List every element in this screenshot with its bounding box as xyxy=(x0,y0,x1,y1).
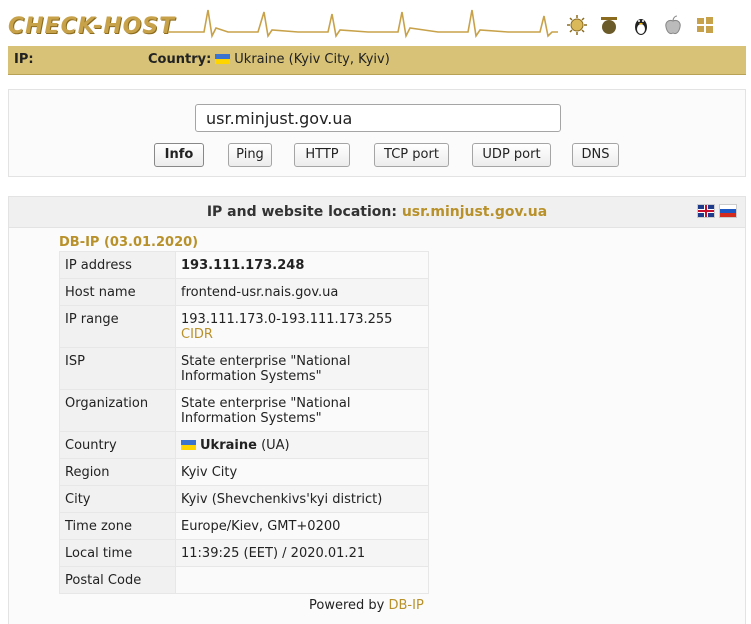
dns-button[interactable]: DNS xyxy=(572,143,619,167)
row-value: 193.111.173.248 xyxy=(175,251,429,279)
row-value: frontend-usr.nais.gov.ua xyxy=(175,278,429,306)
apple-icon[interactable] xyxy=(662,14,684,36)
table-row: IP range 193.111.173.0-193.111.173.255 C… xyxy=(59,305,429,348)
row-value: Kyiv (Shevchenkivs'kyi district) xyxy=(175,485,429,513)
row-value: Europe/Kiev, GMT+0200 xyxy=(175,512,429,540)
header: CHECK-HOST xyxy=(0,0,751,46)
source-title: DB-IP (03.01.2020) xyxy=(59,235,199,250)
http-button[interactable]: HTTP xyxy=(294,143,350,167)
row-key: IP range xyxy=(59,305,176,348)
table-row: Postal Code xyxy=(59,566,429,594)
row-value: 193.111.173.0-193.111.173.255 CIDR xyxy=(175,305,429,348)
row-key: Postal Code xyxy=(59,566,176,594)
russian-flag-icon[interactable] xyxy=(719,204,737,218)
search-panel: Info Ping HTTP TCP port UDP port DNS xyxy=(8,89,746,177)
udp-port-button[interactable]: UDP port xyxy=(472,143,551,167)
result-header: IP and website location: usr.minjust.gov… xyxy=(9,197,745,228)
isp-value-line: Information Systems" xyxy=(181,369,322,384)
table-row: City Kyiv (Shevchenkivs'kyi district) xyxy=(59,485,429,513)
row-key: Region xyxy=(59,458,176,486)
table-row: Organization State enterprise "National … xyxy=(59,389,429,432)
sun-icon[interactable] xyxy=(566,14,588,36)
table-row: Time zone Europe/Kiev, GMT+0200 xyxy=(59,512,429,540)
row-value: Kyiv City xyxy=(175,458,429,486)
windows-icon[interactable] xyxy=(694,14,716,36)
table-row: Host name frontend-usr.nais.gov.ua xyxy=(59,278,429,306)
ukraine-flag-icon xyxy=(181,440,196,450)
pulse-line-graphic xyxy=(168,9,558,39)
linux-icon[interactable] xyxy=(630,14,652,36)
row-key: ISP xyxy=(59,347,176,390)
row-value: State enterprise "National Information S… xyxy=(175,389,429,432)
table-row: Region Kyiv City xyxy=(59,458,429,486)
result-title: IP and website location: xyxy=(206,204,397,220)
ip-range-value: 193.111.173.0-193.111.173.255 xyxy=(181,312,393,327)
ukraine-flag-icon xyxy=(215,54,231,64)
powered-by-label: Powered by xyxy=(309,598,385,613)
table-row: ISP State enterprise "National Informati… xyxy=(59,347,429,390)
dbip-link[interactable]: DB-IP xyxy=(389,598,424,613)
tool-icon[interactable] xyxy=(598,14,620,36)
country-value: Ukraine (Kyiv City, Kyiv) xyxy=(234,52,390,67)
row-value xyxy=(175,566,429,594)
org-value-line: Information Systems" xyxy=(181,411,322,426)
row-key: IP address xyxy=(59,251,176,279)
row-value: State enterprise "National Information S… xyxy=(175,347,429,390)
cidr-link[interactable]: CIDR xyxy=(181,327,423,342)
isp-value-line: State enterprise "National xyxy=(181,354,351,369)
table-row: Country Ukraine (UA) xyxy=(59,431,429,459)
ip-label: IP: xyxy=(14,52,34,67)
table-row: IP address 193.111.173.248 xyxy=(59,251,429,279)
org-value-line: State enterprise "National xyxy=(181,396,351,411)
row-key: Time zone xyxy=(59,512,176,540)
visitor-ip-bar: IP: Country: Ukraine (Kyiv City, Kyiv) xyxy=(8,46,746,75)
visitor-country: Country: Ukraine (Kyiv City, Kyiv) xyxy=(148,46,390,74)
result-host-link[interactable]: usr.minjust.gov.ua xyxy=(402,204,547,220)
ip-info-table: IP address 193.111.173.248 Host name fro… xyxy=(59,251,429,594)
tcp-port-button[interactable]: TCP port xyxy=(374,143,449,167)
result-panel: IP and website location: usr.minjust.gov… xyxy=(8,196,746,624)
row-key: City xyxy=(59,485,176,513)
row-value: 11:39:25 (EET) / 2020.01.21 xyxy=(175,539,429,567)
country-label: Country: xyxy=(148,52,212,67)
info-button[interactable]: Info xyxy=(154,143,204,167)
row-key: Country xyxy=(59,431,176,459)
country-code: (UA) xyxy=(261,438,290,453)
row-key: Host name xyxy=(59,278,176,306)
host-input[interactable] xyxy=(195,104,561,132)
powered-by: Powered by DB-IP xyxy=(309,598,424,613)
country-name: Ukraine xyxy=(200,438,257,453)
site-logo[interactable]: CHECK-HOST xyxy=(8,14,175,39)
ping-button[interactable]: Ping xyxy=(228,143,272,167)
row-value: Ukraine (UA) xyxy=(175,431,429,459)
row-key: Organization xyxy=(59,389,176,432)
table-row: Local time 11:39:25 (EET) / 2020.01.21 xyxy=(59,539,429,567)
row-key: Local time xyxy=(59,539,176,567)
language-switcher xyxy=(697,204,737,218)
english-flag-icon[interactable] xyxy=(697,204,715,218)
